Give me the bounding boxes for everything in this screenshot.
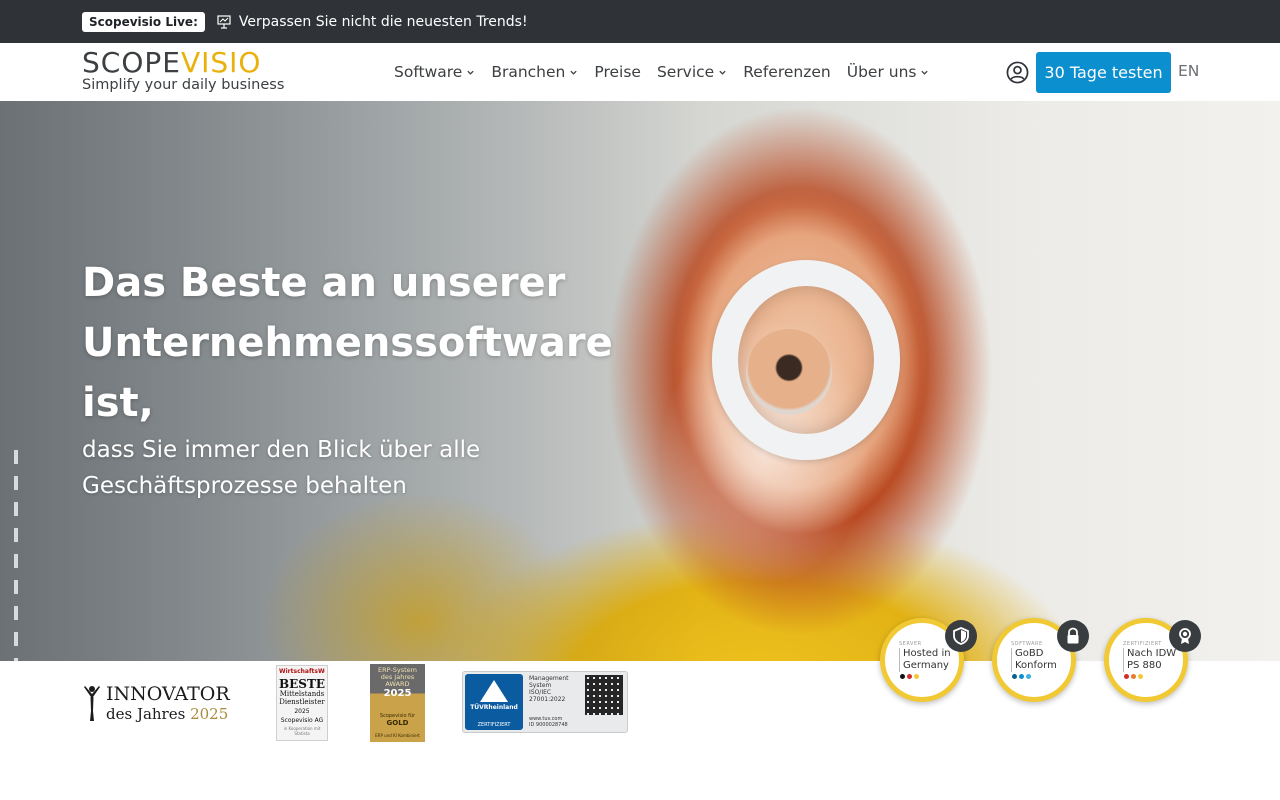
trial-button[interactable]: 30 Tage testen: [1036, 52, 1171, 93]
scopevisio-logo[interactable]: SCOPEVISIO Simplify your daily business: [82, 49, 302, 97]
announcement-bar: Scopevisio Live: Verpassen Sie nicht die…: [0, 0, 1280, 43]
qr-code-icon: [585, 675, 623, 715]
logo-wordmark: SCOPEVISIO: [82, 46, 262, 79]
tuv-logo: TÜVRheinland ZERTIFIZIERT: [465, 674, 523, 730]
chevron-down-icon: [570, 70, 578, 75]
innovator-award: INNOVATOR des Jahres 2025: [82, 683, 252, 723]
shield-icon: [945, 620, 977, 652]
logo-tagline: Simplify your daily business: [82, 77, 285, 93]
chevron-down-icon: [719, 70, 726, 75]
hero-title: Das Beste an unserer Unternehmenssoftwar…: [82, 260, 613, 426]
nav-item-service[interactable]: Service: [657, 63, 727, 81]
lock-icon: [1057, 620, 1089, 652]
award-ribbon-icon: [1169, 620, 1201, 652]
nav-item-branchen[interactable]: Branchen: [491, 63, 578, 81]
chevron-down-icon: [467, 70, 474, 75]
hero-image-eye: [746, 329, 832, 415]
hero-subtitle: dass Sie immer den Blick über alle Gesch…: [82, 437, 481, 499]
presentation-icon: [217, 14, 231, 29]
trophy-figure-icon: [84, 686, 100, 721]
erp-award-badge: ERP-System des Jahres AWARD 2025 Scopevi…: [370, 664, 425, 742]
main-nav: Software Branchen Preise Service Referen…: [394, 43, 945, 101]
wiwo-award-badge: WirtschaftsWoche BESTE Mittelstands Dien…: [276, 665, 328, 741]
language-switch[interactable]: EN: [1178, 62, 1199, 80]
nav-item-preise[interactable]: Preise: [594, 63, 641, 81]
chevron-down-icon: [921, 70, 929, 75]
nav-item-software[interactable]: Software: [394, 63, 475, 81]
scroll-indicator: [14, 450, 18, 675]
announcement-link[interactable]: Verpassen Sie nicht die neuesten Trends!: [239, 14, 528, 30]
nav-item-referenzen[interactable]: Referenzen: [743, 63, 831, 81]
tuv-certificate-badge: TÜVRheinland ZERTIFIZIERT Management Sys…: [462, 671, 628, 733]
nav-item-ueber-uns[interactable]: Über uns: [847, 63, 930, 81]
live-badge: Scopevisio Live:: [82, 11, 205, 32]
awards-bar: INNOVATOR des Jahres 2025 WirtschaftsWoc…: [0, 661, 1280, 745]
site-header: SCOPEVISIO Simplify your daily business …: [0, 43, 1280, 101]
user-circle-icon[interactable]: [1006, 61, 1029, 84]
